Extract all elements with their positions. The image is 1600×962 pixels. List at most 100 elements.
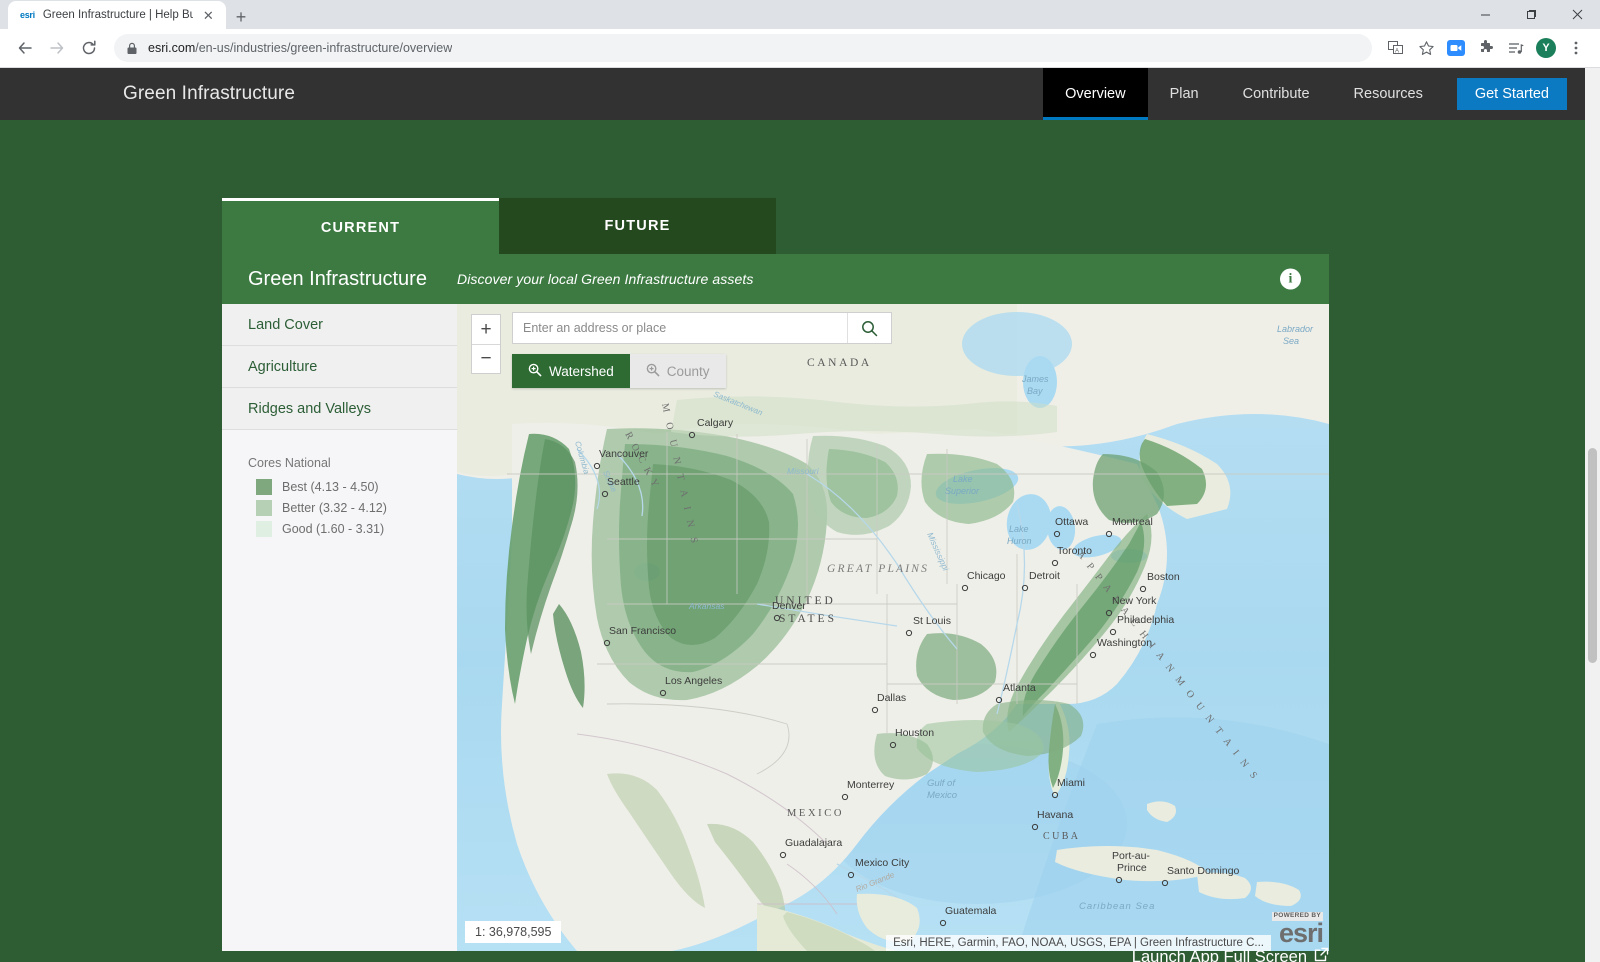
translate-icon[interactable]: A [1382,34,1410,62]
map-zoom-controls: + − [471,314,501,374]
map-mode-toggle: Watershed County [512,354,726,388]
map-canvas: CANADA UNITED STATES MEXICO CUBA GREAT P… [457,304,1329,951]
sidebar-item-agriculture[interactable]: Agriculture [222,346,457,388]
svg-text:Mexico City: Mexico City [855,857,910,869]
reload-icon[interactable] [74,33,104,63]
svg-text:GREAT PLAINS: GREAT PLAINS [827,563,929,575]
zoom-in-button[interactable]: + [472,315,500,344]
site-header: Green Infrastructure Overview Plan Contr… [0,68,1600,120]
window-minimize-icon[interactable] [1462,0,1508,29]
mode-button-watershed[interactable]: Watershed [512,354,630,388]
svg-text:Mexico: Mexico [927,790,957,801]
page-content: Green Infrastructure Overview Plan Contr… [0,68,1600,962]
map-search-bar[interactable] [512,312,892,344]
panel-subtitle: Discover your local Green Infrastructure… [457,271,754,287]
browser-titlebar: esri Green Infrastructure | Help Build ✕… [0,0,1600,29]
info-icon[interactable]: i [1280,268,1301,290]
map-viewport[interactable]: CANADA UNITED STATES MEXICO CUBA GREAT P… [457,304,1329,951]
svg-text:MEXICO: MEXICO [787,808,844,819]
svg-text:Arkansas: Arkansas [688,601,725,611]
page-scrollbar-thumb[interactable] [1588,448,1597,663]
sidebar-item-land-cover[interactable]: Land Cover [222,304,457,346]
svg-text:Boston: Boston [1147,571,1180,583]
esri-favicon: esri [20,10,35,20]
app-tab-row: CURRENT FUTURE [222,198,1329,254]
svg-text:Miami: Miami [1057,777,1085,789]
get-started-button[interactable]: Get Started [1456,78,1567,110]
site-brand: Green Infrastructure [123,83,296,104]
legend: Cores National Best (4.13 - 4.50) Better… [222,430,457,542]
svg-text:Prince: Prince [1117,862,1147,874]
svg-text:Lake: Lake [953,474,973,484]
legend-label-best: Best (4.13 - 4.50) [282,480,379,494]
svg-text:CANADA: CANADA [807,357,872,369]
nav-item-overview[interactable]: Overview [1043,68,1149,120]
zoom-video-icon[interactable] [1442,34,1470,62]
svg-text:Superior: Superior [945,486,980,496]
svg-text:Port-au-: Port-au- [1112,850,1150,862]
url-text: esri.com/en-us/industries/green-infrastr… [148,41,453,55]
panel-title: Green Infrastructure [248,267,427,290]
tab-future[interactable]: FUTURE [499,198,776,254]
external-link-icon [1314,947,1329,962]
sidebar-item-ridges-and-valleys[interactable]: Ridges and Valleys [222,388,457,430]
mode-button-county[interactable]: County [629,354,726,388]
tab-current[interactable]: CURRENT [222,198,499,254]
svg-text:Santo Domingo: Santo Domingo [1167,865,1240,877]
address-bar[interactable]: esri.com/en-us/industries/green-infrastr… [114,34,1372,62]
profile-avatar[interactable]: Y [1532,34,1560,62]
zoom-search-icon [528,363,542,380]
toolbar-icon-group: A Y [1382,34,1590,62]
svg-text:Chicago: Chicago [967,570,1006,582]
svg-text:Havana: Havana [1037,809,1073,821]
avatar-initial: Y [1536,38,1556,58]
esri-logo[interactable]: POWERED BY esri [1271,905,1324,947]
legend-swatch-better [256,500,272,516]
bookmark-star-icon[interactable] [1412,34,1440,62]
svg-text:Guatemala: Guatemala [945,905,997,917]
nav-item-contribute[interactable]: Contribute [1221,68,1332,120]
back-arrow-icon[interactable] [10,33,40,63]
svg-text:Monterrey: Monterrey [847,779,895,791]
legend-swatch-best [256,479,272,495]
svg-text:Houston: Houston [895,727,934,739]
page-scrollbar[interactable] [1585,68,1600,962]
search-input[interactable] [513,321,847,335]
legend-item-good: Good (1.60 - 3.31) [248,521,457,537]
zoom-out-button[interactable]: − [472,344,500,373]
chrome-menu-icon[interactable] [1562,34,1590,62]
search-icon[interactable] [847,313,891,343]
svg-text:Gulf of: Gulf of [927,778,956,789]
nav-item-plan[interactable]: Plan [1148,68,1221,120]
new-tab-button[interactable]: + [236,8,247,26]
svg-text:Ottawa: Ottawa [1055,516,1088,528]
forward-arrow-icon[interactable] [42,33,72,63]
svg-text:STATES: STATES [779,613,837,625]
svg-text:Missouri: Missouri [787,466,820,476]
lock-icon [126,42,138,55]
legend-item-best: Best (4.13 - 4.50) [248,479,457,495]
reading-list-icon[interactable] [1502,34,1530,62]
svg-text:James: James [1021,374,1049,384]
map-attribution[interactable]: Esri, HERE, Garmin, FAO, NOAA, USGS, EPA… [886,935,1271,951]
browser-tab[interactable]: esri Green Infrastructure | Help Build ✕ [8,1,226,29]
tab-close-icon[interactable]: ✕ [201,7,216,24]
window-controls [1462,0,1600,29]
svg-text:San Francisco: San Francisco [609,625,676,637]
svg-text:Toronto: Toronto [1057,545,1092,557]
window-maximize-icon[interactable] [1508,0,1554,29]
svg-text:Montreal: Montreal [1112,516,1153,528]
svg-text:A: A [1395,49,1399,55]
svg-text:Seattle: Seattle [607,476,640,488]
window-close-icon[interactable] [1554,0,1600,29]
legend-label-better: Better (3.32 - 4.12) [282,501,387,515]
legend-label-good: Good (1.60 - 3.31) [282,522,385,536]
nav-item-resources[interactable]: Resources [1332,68,1445,120]
svg-text:Detroit: Detroit [1029,570,1060,582]
svg-text:Atlanta: Atlanta [1003,682,1036,694]
svg-text:Caribbean Sea: Caribbean Sea [1079,901,1155,912]
panel-header: Green Infrastructure Discover your local… [222,254,1329,304]
svg-text:Calgary: Calgary [697,417,734,429]
svg-text:CUBA: CUBA [1043,831,1080,842]
extensions-puzzle-icon[interactable] [1472,34,1500,62]
